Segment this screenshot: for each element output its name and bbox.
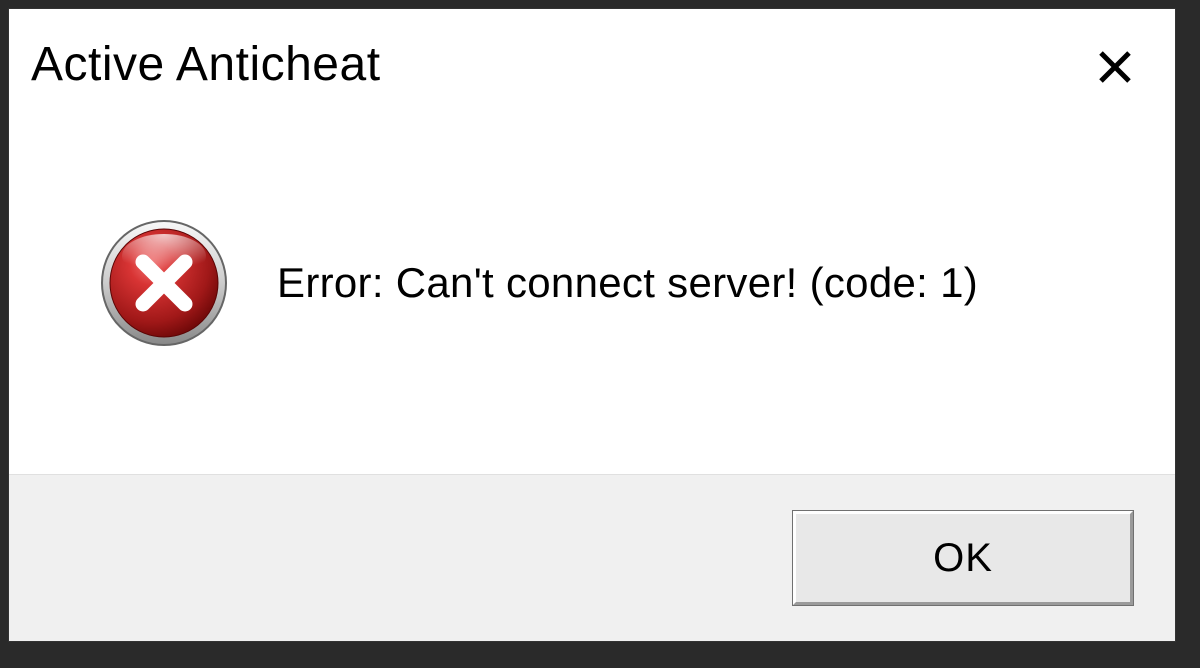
ok-button[interactable]: OK	[793, 511, 1133, 605]
close-icon	[1095, 47, 1135, 87]
button-bar: OK	[9, 474, 1175, 641]
window-title: Active Anticheat	[31, 37, 381, 92]
error-icon	[99, 218, 229, 348]
close-button[interactable]	[1093, 45, 1137, 89]
error-message: Error: Can't connect server! (code: 1)	[277, 259, 978, 307]
error-dialog: Active Anticheat	[8, 8, 1176, 642]
titlebar: Active Anticheat	[9, 9, 1175, 92]
content-area: Error: Can't connect server! (code: 1)	[9, 92, 1175, 474]
